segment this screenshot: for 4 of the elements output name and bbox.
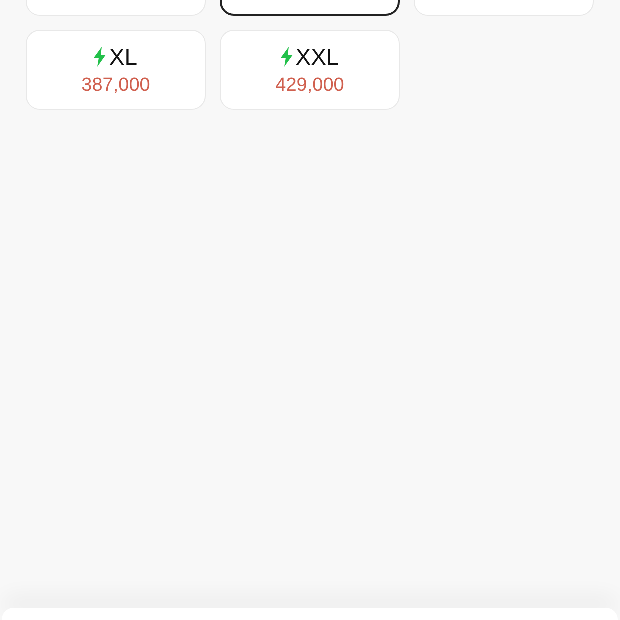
- lightning-icon: [280, 47, 293, 67]
- size-option[interactable]: XL 387,000: [26, 30, 206, 110]
- lightning-icon: [94, 47, 106, 67]
- size-option[interactable]: XXL 429,000: [220, 30, 400, 110]
